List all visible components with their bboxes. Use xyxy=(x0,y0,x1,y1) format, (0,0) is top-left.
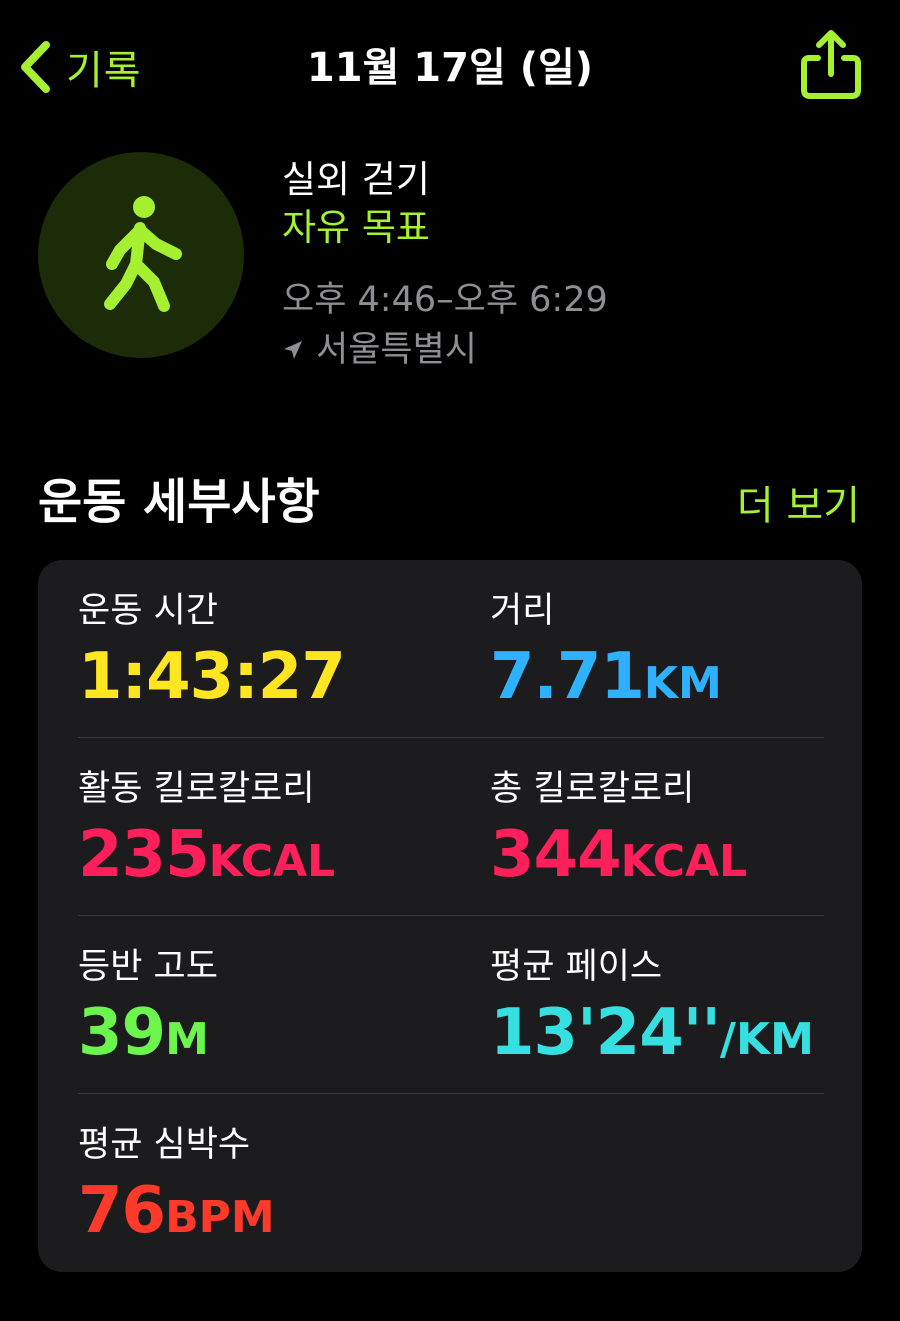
workout-location: 서울특별시 xyxy=(282,326,477,374)
metric-active-kcal-value: 235KCAL xyxy=(78,820,335,897)
row-divider xyxy=(78,915,824,916)
metric-distance-unit: KM xyxy=(643,658,722,709)
metric-total-kcal-number: 344 xyxy=(490,818,622,892)
metric-pace-unit: /KM xyxy=(719,1014,814,1065)
workout-title: 실외 걷기 xyxy=(282,158,430,201)
workout-type-badge xyxy=(38,152,244,358)
metric-heart-rate[interactable]: 평균 심박수 76BPM xyxy=(78,1122,275,1253)
metric-active-kcal-number: 235 xyxy=(78,818,210,892)
metric-distance[interactable]: 거리 7.71KM xyxy=(490,588,722,719)
metric-active-kcal-unit: KCAL xyxy=(208,836,336,887)
share-button[interactable] xyxy=(796,26,866,102)
show-more-link[interactable]: 더 보기 xyxy=(700,480,860,532)
metric-elevation-unit: M xyxy=(165,1014,209,1065)
location-arrow-icon xyxy=(284,341,302,359)
workout-time-range: 오후 4:46–오후 6:29 xyxy=(282,280,608,320)
metric-pace-number: 13'24'' xyxy=(490,996,721,1070)
metric-heart-rate-unit: BPM xyxy=(165,1192,275,1243)
metric-pace[interactable]: 평균 페이스 13'24''/KM xyxy=(490,944,814,1075)
metric-elevation-label: 등반 고도 xyxy=(78,947,218,987)
workout-location-label: 서울특별시 xyxy=(316,330,478,370)
metric-duration[interactable]: 운동 시간 1:43:27 xyxy=(78,588,346,719)
metric-duration-number: 1:43:27 xyxy=(78,640,346,714)
metric-total-kcal-unit: KCAL xyxy=(620,836,748,887)
share-icon xyxy=(801,30,861,99)
metric-elevation[interactable]: 등반 고도 39M xyxy=(78,944,218,1075)
row-divider xyxy=(78,1093,824,1094)
metric-duration-label: 운동 시간 xyxy=(78,591,218,631)
section-title: 운동 세부사항 xyxy=(38,474,320,530)
metric-distance-label: 거리 xyxy=(490,591,555,631)
metric-elevation-value: 39M xyxy=(78,998,218,1075)
page-title: 11월 17일 (일) xyxy=(306,45,594,91)
walking-figure-icon xyxy=(104,196,182,312)
workout-goal: 자유 목표 xyxy=(282,206,430,249)
metric-pace-value: 13'24''/KM xyxy=(490,998,814,1075)
metric-active-kcal[interactable]: 활동 킬로칼로리 235KCAL xyxy=(78,766,335,897)
metric-total-kcal-label: 총 킬로칼로리 xyxy=(490,769,695,809)
metric-total-kcal[interactable]: 총 킬로칼로리 344KCAL xyxy=(490,766,747,897)
workout-details-card: 운동 시간 1:43:27 거리 7.71KM 활동 킬로칼로리 235KCAL… xyxy=(38,560,862,1272)
metric-elevation-number: 39 xyxy=(78,996,166,1070)
metric-duration-value: 1:43:27 xyxy=(78,640,346,719)
metric-distance-number: 7.71 xyxy=(490,640,645,714)
metric-total-kcal-value: 344KCAL xyxy=(490,820,747,897)
metric-heart-rate-label: 평균 심박수 xyxy=(78,1125,251,1165)
metric-heart-rate-number: 76 xyxy=(78,1174,166,1248)
metric-distance-value: 7.71KM xyxy=(490,642,722,719)
metric-heart-rate-value: 76BPM xyxy=(78,1176,275,1253)
metric-active-kcal-label: 활동 킬로칼로리 xyxy=(78,769,315,809)
row-divider xyxy=(78,737,824,738)
metric-pace-label: 평균 페이스 xyxy=(490,947,663,987)
